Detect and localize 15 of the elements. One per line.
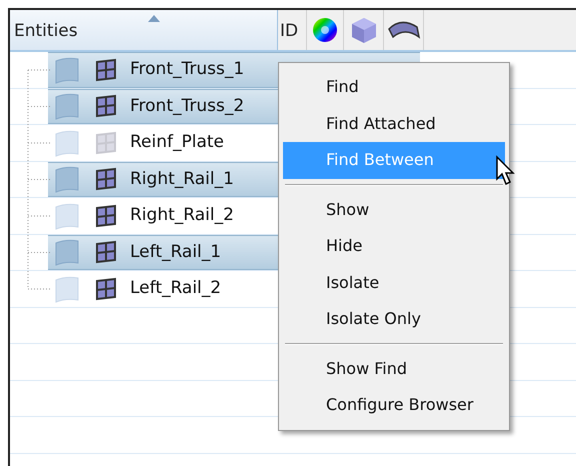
entity-name: Left_Rail_1 bbox=[130, 240, 222, 264]
entity-name: Right_Rail_1 bbox=[130, 168, 234, 190]
entity-name: Reinf_Plate bbox=[130, 131, 224, 154]
sort-arrow-icon bbox=[148, 15, 160, 22]
color-wheel-icon[interactable] bbox=[312, 17, 338, 43]
menu-item[interactable]: Configure Browser bbox=[283, 387, 505, 424]
id-column-header[interactable]: ID bbox=[278, 10, 307, 50]
menu-item[interactable]: Isolate Only bbox=[283, 301, 505, 338]
mouse-pointer-icon bbox=[495, 155, 517, 187]
entity-name: Front_Truss_1 bbox=[130, 58, 244, 81]
entity-name: Left_Rail_2 bbox=[130, 277, 222, 300]
cube-icon[interactable] bbox=[350, 16, 378, 44]
menu-item[interactable]: Show Find bbox=[283, 350, 505, 387]
entity-name: Front_Truss_2 bbox=[130, 94, 244, 118]
entity-name: Right_Rail_2 bbox=[130, 204, 234, 227]
